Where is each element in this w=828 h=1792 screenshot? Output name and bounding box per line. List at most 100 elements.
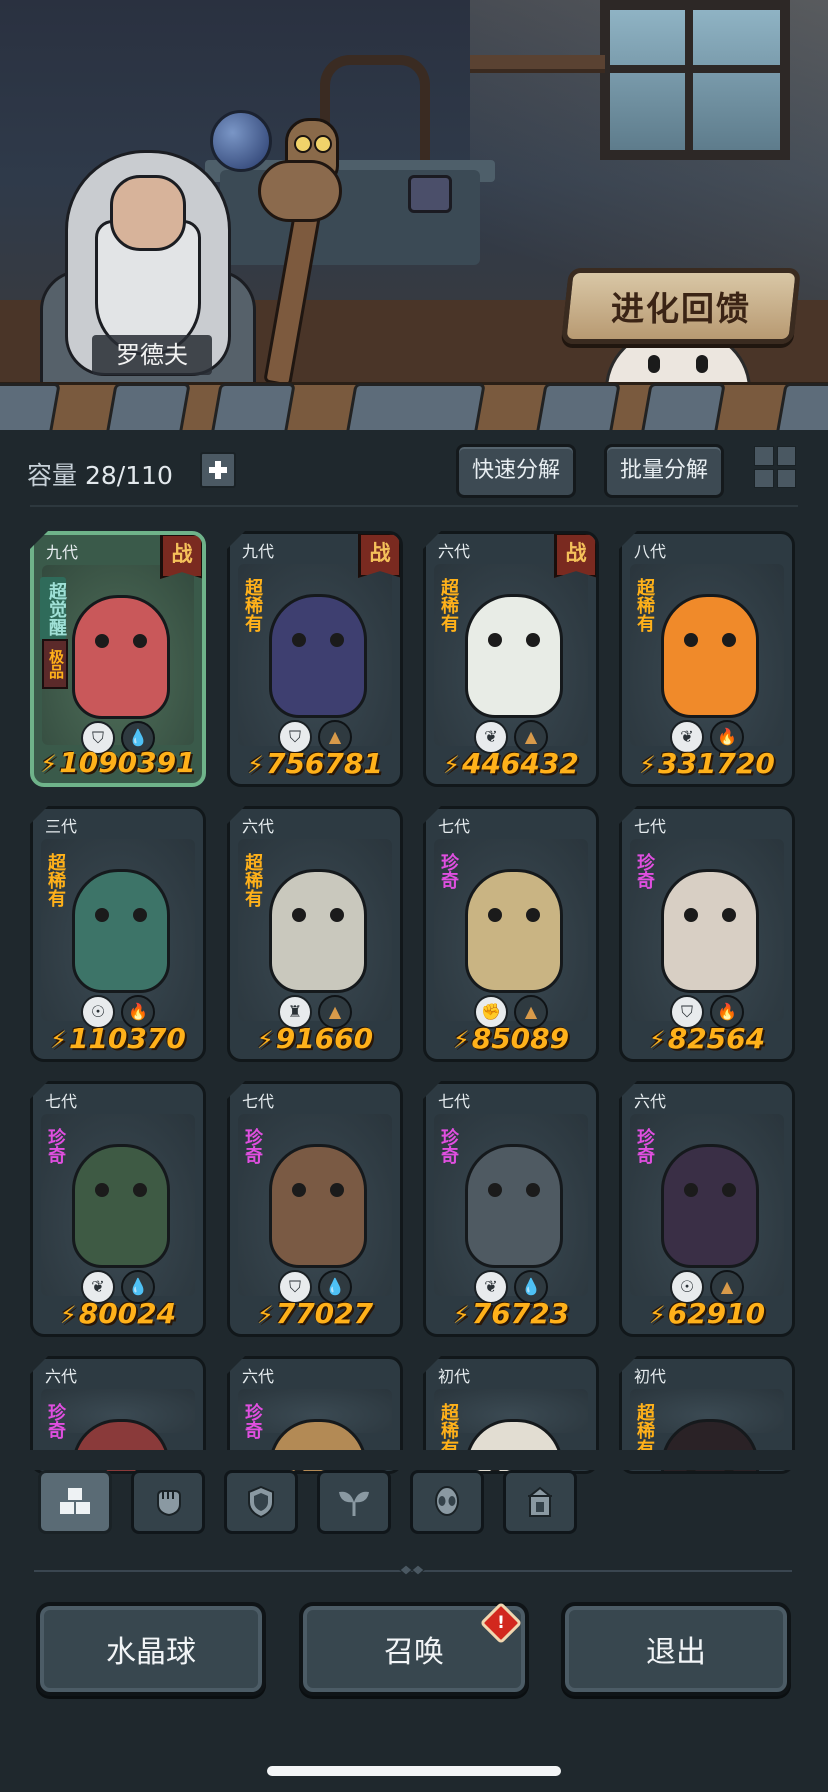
filter-tab-tower[interactable] <box>503 1470 577 1534</box>
combat-power-value: 756781 <box>265 747 383 780</box>
pet-card[interactable]: 七代 珍奇 ❦ 💧 ⚡80024 <box>30 1081 206 1337</box>
in-battle-badge: 战 <box>358 534 400 578</box>
batch-decompose-button[interactable]: 批量分解 <box>604 444 724 498</box>
pet-card[interactable]: 三代 超稀有 ☉ 🔥 ⚡110370 <box>30 806 206 1062</box>
pet-card[interactable]: 七代 珍奇 ⛉ 💧 ⚡77027 <box>227 1081 403 1337</box>
bookshelf <box>470 55 605 73</box>
pet-generation: 六代 <box>634 1092 667 1111</box>
pet-generation: 七代 <box>634 817 667 836</box>
grid-view-toggle-icon[interactable] <box>754 446 796 488</box>
pet-card[interactable]: 六代战超稀有 ❦ ▲ ⚡446432 <box>423 531 599 787</box>
pet-card[interactable]: 六代 超稀有 ♜ ▲ ⚡91660 <box>227 806 403 1062</box>
combat-power-value: 82564 <box>667 1022 766 1055</box>
quality-tag: 极品 <box>42 639 68 689</box>
filter-tab-all[interactable] <box>38 1470 112 1534</box>
pet-generation: 八代 <box>634 542 667 561</box>
filter-tab-alien[interactable] <box>410 1470 484 1534</box>
pet-portrait <box>269 869 367 993</box>
combat-power: ⚡77027 <box>230 1297 400 1330</box>
pet-generation: 九代 <box>46 543 79 562</box>
pet-card[interactable]: 六代 珍奇 ☉ ▲ ⚡62910 <box>619 1081 795 1337</box>
window <box>600 0 790 160</box>
pet-portrait <box>661 1144 759 1268</box>
filter-tab-fist[interactable] <box>131 1470 205 1534</box>
in-battle-badge: 战 <box>160 535 202 579</box>
power-icon: ⚡ <box>452 1301 470 1329</box>
tower-icon <box>528 1486 552 1517</box>
expand-capacity-button[interactable] <box>200 452 236 488</box>
pet-generation: 六代 <box>242 1367 275 1386</box>
combat-power: ⚡62910 <box>622 1297 792 1330</box>
power-icon: ⚡ <box>256 1301 274 1329</box>
power-icon: ⚡ <box>452 1026 470 1054</box>
combat-power-value: 80024 <box>78 1297 177 1330</box>
pet-portrait <box>72 869 170 993</box>
shield-icon <box>248 1485 274 1519</box>
pet-portrait <box>269 594 367 718</box>
combat-power-value: 1090391 <box>59 746 196 779</box>
combat-power: ⚡1090391 <box>34 746 202 779</box>
combat-power: ⚡91660 <box>230 1022 400 1055</box>
combat-power: ⚡446432 <box>426 747 596 780</box>
quick-decompose-button[interactable]: 快速分解 <box>456 444 576 498</box>
alert-exclamation-icon: ! <box>497 1613 505 1633</box>
rarity-label: 超稀有 <box>242 578 263 632</box>
pet-card[interactable]: 八代 超稀有 ❦ 🔥 ⚡331720 <box>619 531 795 787</box>
rarity-label: 超稀有 <box>438 578 459 632</box>
pet-portrait <box>661 594 759 718</box>
evolve-feedback-label: 进化回馈 <box>611 289 751 328</box>
pet-generation: 六代 <box>242 817 275 836</box>
all-icon <box>60 1488 90 1514</box>
rarity-label: 珍奇 <box>438 853 459 889</box>
pet-card[interactable]: 七代 珍奇 ❦ 💧 ⚡76723 <box>423 1081 599 1337</box>
combat-power-value: 85089 <box>471 1022 570 1055</box>
rail-stone <box>0 383 61 437</box>
rail-stone <box>345 383 486 437</box>
filter-tab-shield[interactable] <box>224 1470 298 1534</box>
home-indicator <box>267 1766 561 1776</box>
rarity-label: 珍奇 <box>242 1403 263 1439</box>
pet-card[interactable]: 九代战超觉醒 极品 ⛉ 💧 ⚡1090391 <box>30 531 206 787</box>
divider <box>30 505 798 507</box>
pet-generation: 初代 <box>634 1367 667 1386</box>
pet-generation: 六代 <box>438 542 471 561</box>
rarity-label: 珍奇 <box>634 1128 655 1164</box>
rarity-label: 珍奇 <box>634 853 655 889</box>
filter-tab-sprout[interactable] <box>317 1470 391 1534</box>
npc-name: 罗德夫 <box>92 335 212 375</box>
power-icon: ⚡ <box>443 751 460 779</box>
grid-mask <box>0 1450 828 1470</box>
sprout-icon <box>339 1491 369 1516</box>
alien-icon <box>435 1486 459 1516</box>
pet-card[interactable]: 七代 珍奇 ⛉ 🔥 ⚡82564 <box>619 806 795 1062</box>
rarity-label: 珍奇 <box>45 1403 66 1439</box>
pet-portrait <box>269 1144 367 1268</box>
exit-button[interactable]: 退出 <box>561 1602 791 1696</box>
combat-power: ⚡82564 <box>622 1022 792 1055</box>
scene-backdrop: 罗德夫 进化回馈 <box>0 0 828 400</box>
pet-generation: 初代 <box>438 1367 471 1386</box>
power-icon: ⚡ <box>40 750 58 778</box>
rarity-label: 超觉醒 <box>40 577 67 641</box>
power-icon: ⚡ <box>648 1026 666 1054</box>
rarity-label: 超稀有 <box>634 578 655 632</box>
rail-stone <box>210 383 296 437</box>
pet-card[interactable]: 七代 珍奇 ✊ ▲ ⚡85089 <box>423 806 599 1062</box>
evolve-feedback-button[interactable]: 进化回馈 <box>561 268 801 344</box>
crystal-ball-button[interactable]: 水晶球 <box>36 1602 266 1696</box>
combat-power-value: 331720 <box>657 747 775 780</box>
pet-card[interactable]: 九代战超稀有 ⛉ ▲ ⚡756781 <box>227 531 403 787</box>
combat-power: ⚡756781 <box>230 747 400 780</box>
combat-power: ⚡331720 <box>622 747 792 780</box>
fist-icon <box>157 1490 181 1517</box>
pet-generation: 七代 <box>242 1092 275 1111</box>
power-icon: ⚡ <box>639 751 656 779</box>
rarity-label: 珍奇 <box>242 1128 263 1164</box>
staff-head <box>258 160 342 222</box>
combat-power-value: 446432 <box>461 747 579 780</box>
combat-power-value: 91660 <box>275 1022 374 1055</box>
combat-power-value: 77027 <box>275 1297 374 1330</box>
combat-power-value: 76723 <box>471 1297 570 1330</box>
rarity-label: 珍奇 <box>438 1128 459 1164</box>
pet-generation: 六代 <box>45 1367 78 1386</box>
